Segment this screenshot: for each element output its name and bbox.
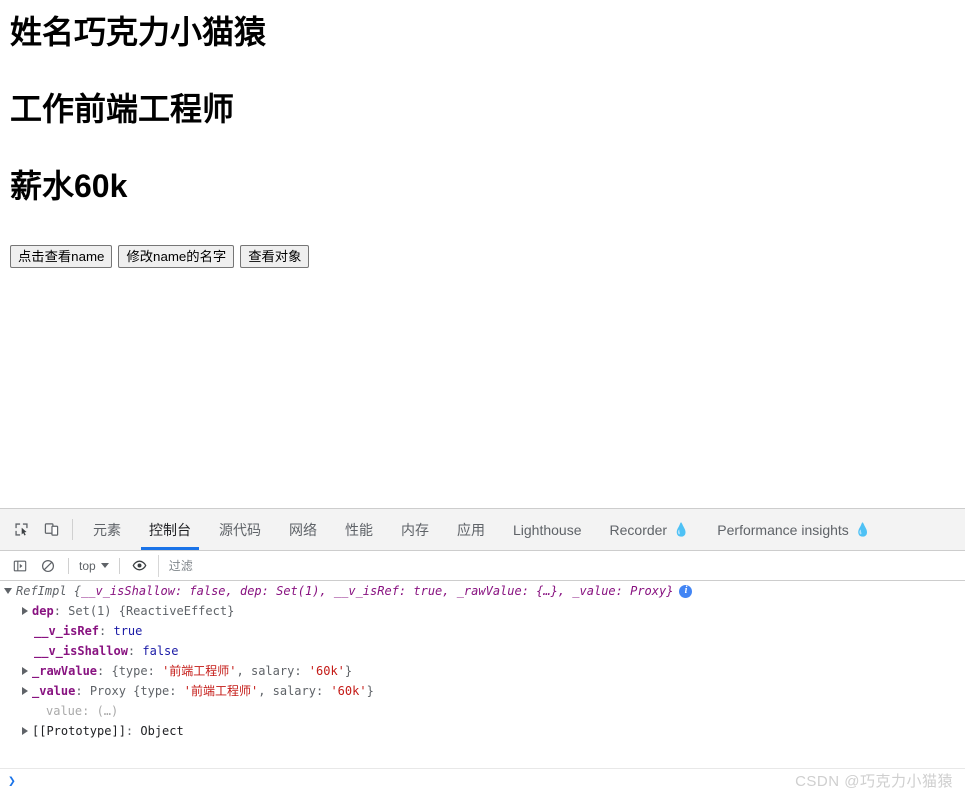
devtools-tab-list: 元素 控制台 源代码 网络 性能 内存 应用 Lighthouse Record…	[79, 509, 885, 550]
view-name-button[interactable]: 点击查看name	[10, 245, 113, 268]
filterbar-divider	[118, 557, 120, 574]
tab-performance-insights[interactable]: Performance insights 💧	[703, 509, 885, 550]
property-name: value	[46, 704, 83, 718]
live-expressions-icon[interactable]	[126, 553, 154, 579]
tab-label: Recorder	[609, 521, 668, 538]
value-mid: , salary:	[258, 684, 331, 698]
tab-recorder[interactable]: Recorder 💧	[596, 509, 704, 550]
tab-label: 源代码	[219, 521, 261, 538]
filterbar-divider	[68, 557, 69, 574]
console-prompt-input[interactable]	[21, 773, 965, 789]
property-value: (…)	[96, 704, 119, 718]
page-heading-salary: 薪水60k	[10, 168, 128, 204]
console-output: RefImpl { __v_isShallow: false, dep: Set…	[0, 581, 965, 768]
change-name-button[interactable]: 修改name的名字	[118, 245, 235, 268]
devtools-panel: 元素 控制台 源代码 网络 性能 内存 应用 Lighthouse Record…	[0, 508, 965, 797]
property-separator: :	[82, 704, 97, 718]
property-separator: :	[97, 664, 112, 678]
value-string-salary: '60k'	[330, 684, 367, 698]
property-separator: :	[127, 644, 143, 658]
property-value: Set(1) {ReactiveEffect}	[68, 604, 235, 618]
execution-context-label: top	[79, 558, 96, 573]
console-class-name: RefImpl	[16, 584, 67, 598]
tab-label: 内存	[401, 521, 429, 538]
tab-network[interactable]: 网络	[275, 509, 331, 550]
view-object-button[interactable]: 查看对象	[240, 245, 310, 268]
tab-application[interactable]: 应用	[443, 509, 499, 550]
tab-label: 应用	[457, 521, 485, 538]
tab-label: Lighthouse	[513, 521, 582, 538]
value-string-salary: '60k'	[308, 664, 345, 678]
console-property-row[interactable]: [[Prototype]] : Object	[0, 721, 965, 741]
property-name: __v_isShallow	[34, 644, 128, 658]
property-name: _rawValue	[32, 664, 98, 678]
property-value: Object	[140, 724, 184, 738]
rendered-page: 姓名巧克力小猫猿 工作前端工程师 薪水60k 点击查看name 修改name的名…	[0, 0, 965, 508]
property-name: [[Prototype]]	[32, 724, 126, 738]
property-separator: :	[53, 604, 69, 618]
chevron-right-icon[interactable]	[22, 727, 28, 735]
tab-label: 控制台	[149, 521, 191, 538]
console-property-row: __v_isRef : true	[0, 621, 965, 641]
tab-memory[interactable]: 内存	[387, 509, 443, 550]
page-heading-job: 工作前端工程师	[10, 91, 235, 127]
value-prefix: {type:	[111, 664, 163, 678]
console-property-row: value : (…)	[0, 701, 965, 721]
console-filter-input[interactable]	[157, 554, 965, 577]
chevron-right-icon[interactable]	[22, 687, 28, 695]
property-separator: :	[75, 684, 90, 698]
inspect-element-icon[interactable]	[6, 509, 36, 550]
value-string-type: '前端工程师'	[183, 684, 259, 698]
chevron-right-icon[interactable]	[22, 607, 28, 615]
tab-performance[interactable]: 性能	[331, 509, 387, 550]
console-open-brace: {	[66, 584, 82, 598]
console-property-row[interactable]: _rawValue : {type: '前端工程师' , salary: '60…	[0, 661, 965, 681]
property-separator: :	[99, 624, 114, 638]
property-name: _value	[32, 684, 76, 698]
property-value: false	[142, 644, 179, 658]
tab-label: 元素	[93, 521, 121, 538]
console-filter-toolbar: top	[0, 551, 965, 581]
console-property-row[interactable]: _value : Proxy {type: '前端工程师' , salary: …	[0, 681, 965, 701]
property-value: true	[113, 624, 143, 638]
property-separator: :	[125, 724, 141, 738]
value-prefix: Proxy {type:	[89, 684, 184, 698]
value-suffix: }	[344, 664, 353, 678]
value-string-type: '前端工程师'	[162, 664, 237, 678]
tab-sources[interactable]: 源代码	[205, 509, 275, 550]
execution-context-selector[interactable]: top	[75, 559, 113, 573]
experimental-flask-icon: 💧	[854, 522, 871, 537]
value-suffix: }	[366, 684, 374, 698]
tab-lighthouse[interactable]: Lighthouse	[499, 509, 596, 550]
tab-label: Performance insights	[717, 521, 849, 538]
console-property-row: __v_isShallow : false	[0, 641, 965, 661]
device-toolbar-icon[interactable]	[36, 509, 66, 550]
toolbar-divider	[72, 519, 73, 540]
console-sidebar-icon[interactable]	[6, 553, 34, 579]
property-name: dep	[32, 604, 54, 618]
console-prompt-row[interactable]: ❯	[0, 768, 965, 793]
clear-console-icon[interactable]	[34, 553, 62, 579]
prompt-chevron-icon: ❯	[8, 773, 16, 789]
tab-label: 网络	[289, 521, 317, 538]
console-message-root[interactable]: RefImpl { __v_isShallow: false, dep: Set…	[0, 581, 965, 601]
chevron-down-icon[interactable]	[4, 588, 12, 594]
page-heading-name: 姓名巧克力小猫猿	[10, 14, 267, 50]
console-preview: __v_isShallow: false, dep: Set(1), __v_i…	[81, 584, 674, 598]
tab-console[interactable]: 控制台	[135, 509, 205, 550]
devtools-tabbar: 元素 控制台 源代码 网络 性能 内存 应用 Lighthouse Record…	[0, 509, 965, 551]
tab-elements[interactable]: 元素	[79, 509, 135, 550]
tab-label: 性能	[345, 521, 373, 538]
info-badge-icon[interactable]: i	[679, 584, 693, 598]
property-name: __v_isRef	[34, 624, 100, 638]
page-button-row: 点击查看name 修改name的名字 查看对象	[10, 245, 310, 268]
chevron-down-icon	[100, 563, 109, 568]
value-mid: , salary:	[236, 664, 309, 678]
console-property-row[interactable]: dep : Set(1) {ReactiveEffect}	[0, 601, 965, 621]
experimental-flask-icon: 💧	[673, 522, 690, 537]
chevron-right-icon[interactable]	[22, 667, 28, 675]
